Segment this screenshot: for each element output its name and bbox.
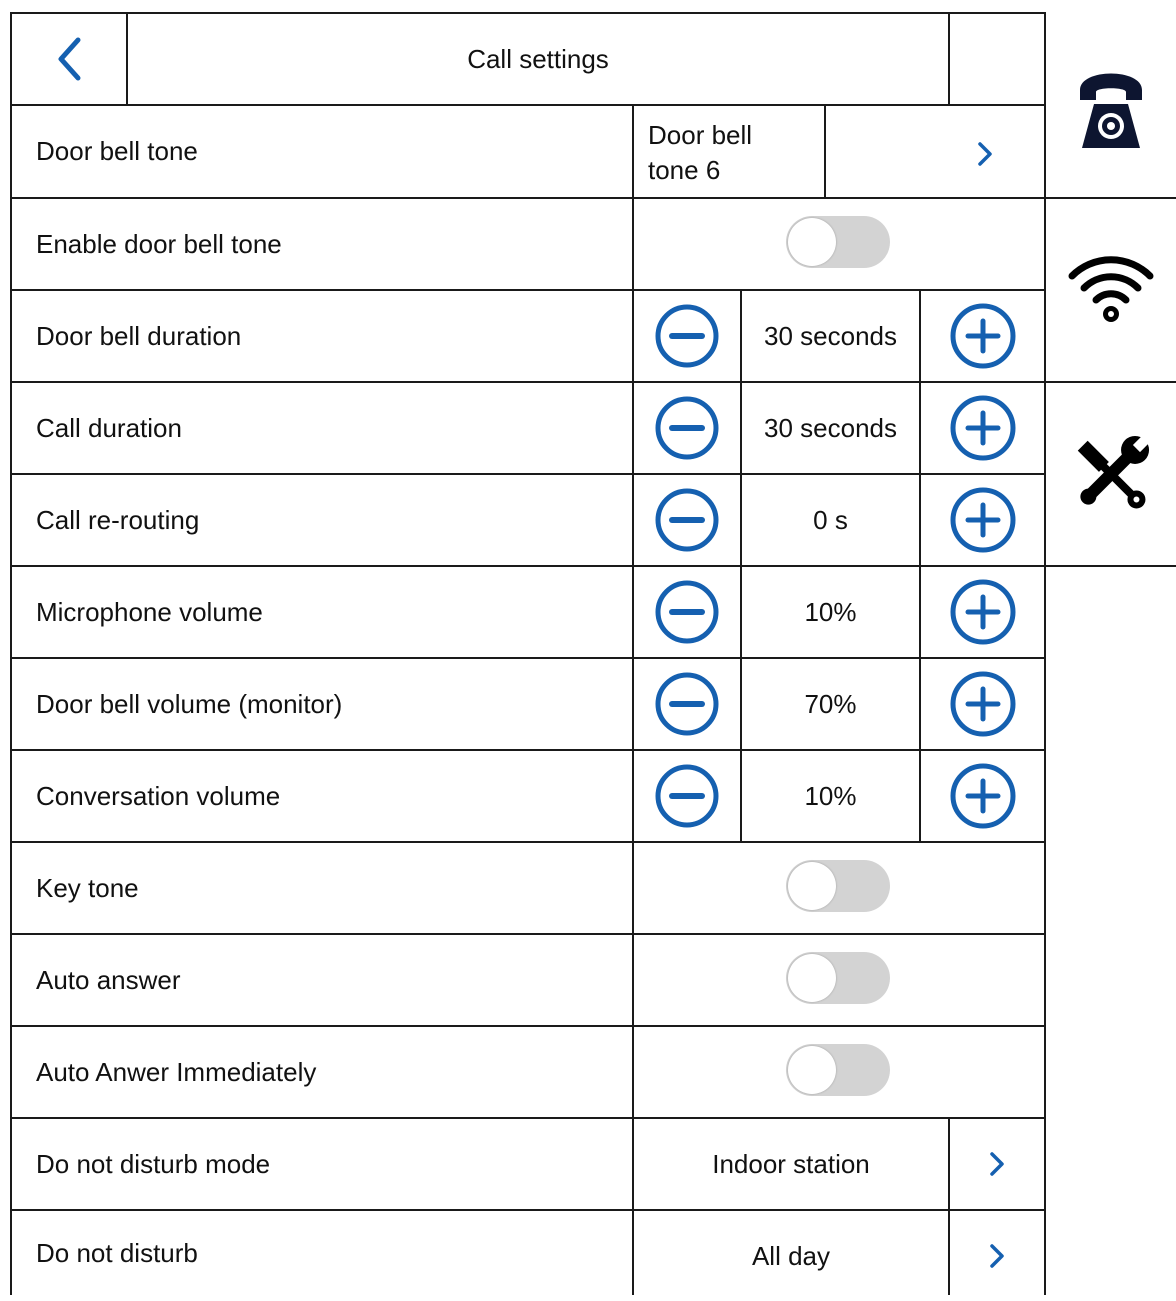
door-bell-tone-select-button[interactable] [826, 106, 1044, 197]
do-not-disturb-value: All day [751, 1240, 831, 1271]
door-bell-volume-increase-button[interactable] [921, 659, 1044, 749]
back-button[interactable] [12, 14, 126, 104]
phone-settings-icon [1080, 73, 1142, 148]
door-bell-volume-decrease-button[interactable] [634, 659, 740, 749]
chevron-right-icon [978, 142, 992, 166]
do-not-disturb-mode-value: Indoor station [712, 1148, 870, 1179]
do-not-disturb-select-button[interactable] [950, 1211, 1044, 1301]
door-bell-duration-decrease-button[interactable] [634, 291, 740, 381]
do-not-disturb-mode-select-button[interactable] [950, 1119, 1044, 1209]
enable-door-bell-tone-toggle[interactable] [786, 216, 890, 268]
microphone-volume-increase-button[interactable] [921, 567, 1044, 657]
page-title: Call settings [467, 43, 609, 74]
minus-circle-icon [655, 580, 719, 644]
wifi-icon [1068, 256, 1154, 322]
plus-circle-icon [950, 579, 1015, 645]
toggle-knob [788, 218, 836, 266]
door-bell-tone-value-line2: tone 6 [648, 155, 721, 185]
auto-answer-toggle[interactable] [786, 952, 890, 1004]
plus-circle-icon [950, 395, 1015, 461]
minus-circle-icon [655, 488, 719, 552]
toggle-knob [788, 1046, 836, 1094]
row-label-enable-door-bell-tone: Enable door bell tone [36, 228, 282, 259]
row-label-door-bell-duration: Door bell duration [36, 320, 242, 351]
row-label-do-not-disturb: Do not disturb [36, 1237, 198, 1268]
plus-circle-icon [950, 671, 1015, 737]
row-label-call-duration: Call duration [36, 412, 182, 443]
row-label-door-bell-volume-monitor: Door bell volume (monitor) [36, 688, 343, 719]
key-tone-toggle[interactable] [786, 860, 890, 912]
tools-icon [1077, 433, 1152, 509]
conversation-volume-value: 10% [804, 780, 857, 811]
door-bell-tone-value: Door bell tone 6 [648, 118, 818, 188]
microphone-volume-decrease-button[interactable] [634, 567, 740, 657]
row-label-conversation-volume: Conversation volume [36, 780, 281, 811]
chevron-right-icon [990, 1152, 1004, 1176]
row-label-microphone-volume: Microphone volume [36, 596, 263, 627]
chevron-left-icon [58, 37, 81, 81]
call-re-routing-increase-button[interactable] [921, 475, 1044, 565]
chevron-right-icon [990, 1244, 1004, 1268]
row-label-call-re-routing: Call re-routing [36, 504, 200, 535]
toggle-knob [788, 954, 836, 1002]
door-bell-duration-value: 30 seconds [764, 320, 897, 351]
row-label-do-not-disturb-mode: Do not disturb mode [36, 1148, 271, 1179]
row-label-auto-answer: Auto answer [36, 964, 181, 995]
auto-answer-immediately-toggle[interactable] [786, 1044, 890, 1096]
side-nav-network[interactable] [1046, 199, 1176, 381]
call-re-routing-decrease-button[interactable] [634, 475, 740, 565]
door-bell-volume-value: 70% [804, 688, 857, 719]
row-label-auto-answer-immediately: Auto Anwer Immediately [36, 1056, 317, 1087]
microphone-volume-value: 10% [804, 596, 857, 627]
side-nav-call-settings[interactable] [1046, 14, 1176, 197]
call-duration-decrease-button[interactable] [634, 383, 740, 473]
call-re-routing-value: 0 s [813, 504, 848, 535]
toggle-knob [788, 862, 836, 910]
conversation-volume-increase-button[interactable] [921, 751, 1044, 841]
plus-circle-icon [950, 487, 1015, 553]
minus-circle-icon [655, 764, 719, 828]
minus-circle-icon [655, 304, 719, 368]
minus-circle-icon [655, 396, 719, 460]
call-duration-increase-button[interactable] [921, 383, 1044, 473]
plus-circle-icon [950, 303, 1015, 369]
call-duration-value: 30 seconds [764, 412, 897, 443]
side-nav-tools[interactable] [1046, 383, 1176, 565]
minus-circle-icon [655, 672, 719, 736]
row-label-door-bell-tone: Door bell tone [36, 136, 198, 166]
row-label-key-tone: Key tone [36, 872, 139, 903]
door-bell-duration-increase-button[interactable] [921, 291, 1044, 381]
conversation-volume-decrease-button[interactable] [634, 751, 740, 841]
plus-circle-icon [950, 763, 1015, 829]
door-bell-tone-value-line1: Door bell [648, 120, 753, 150]
